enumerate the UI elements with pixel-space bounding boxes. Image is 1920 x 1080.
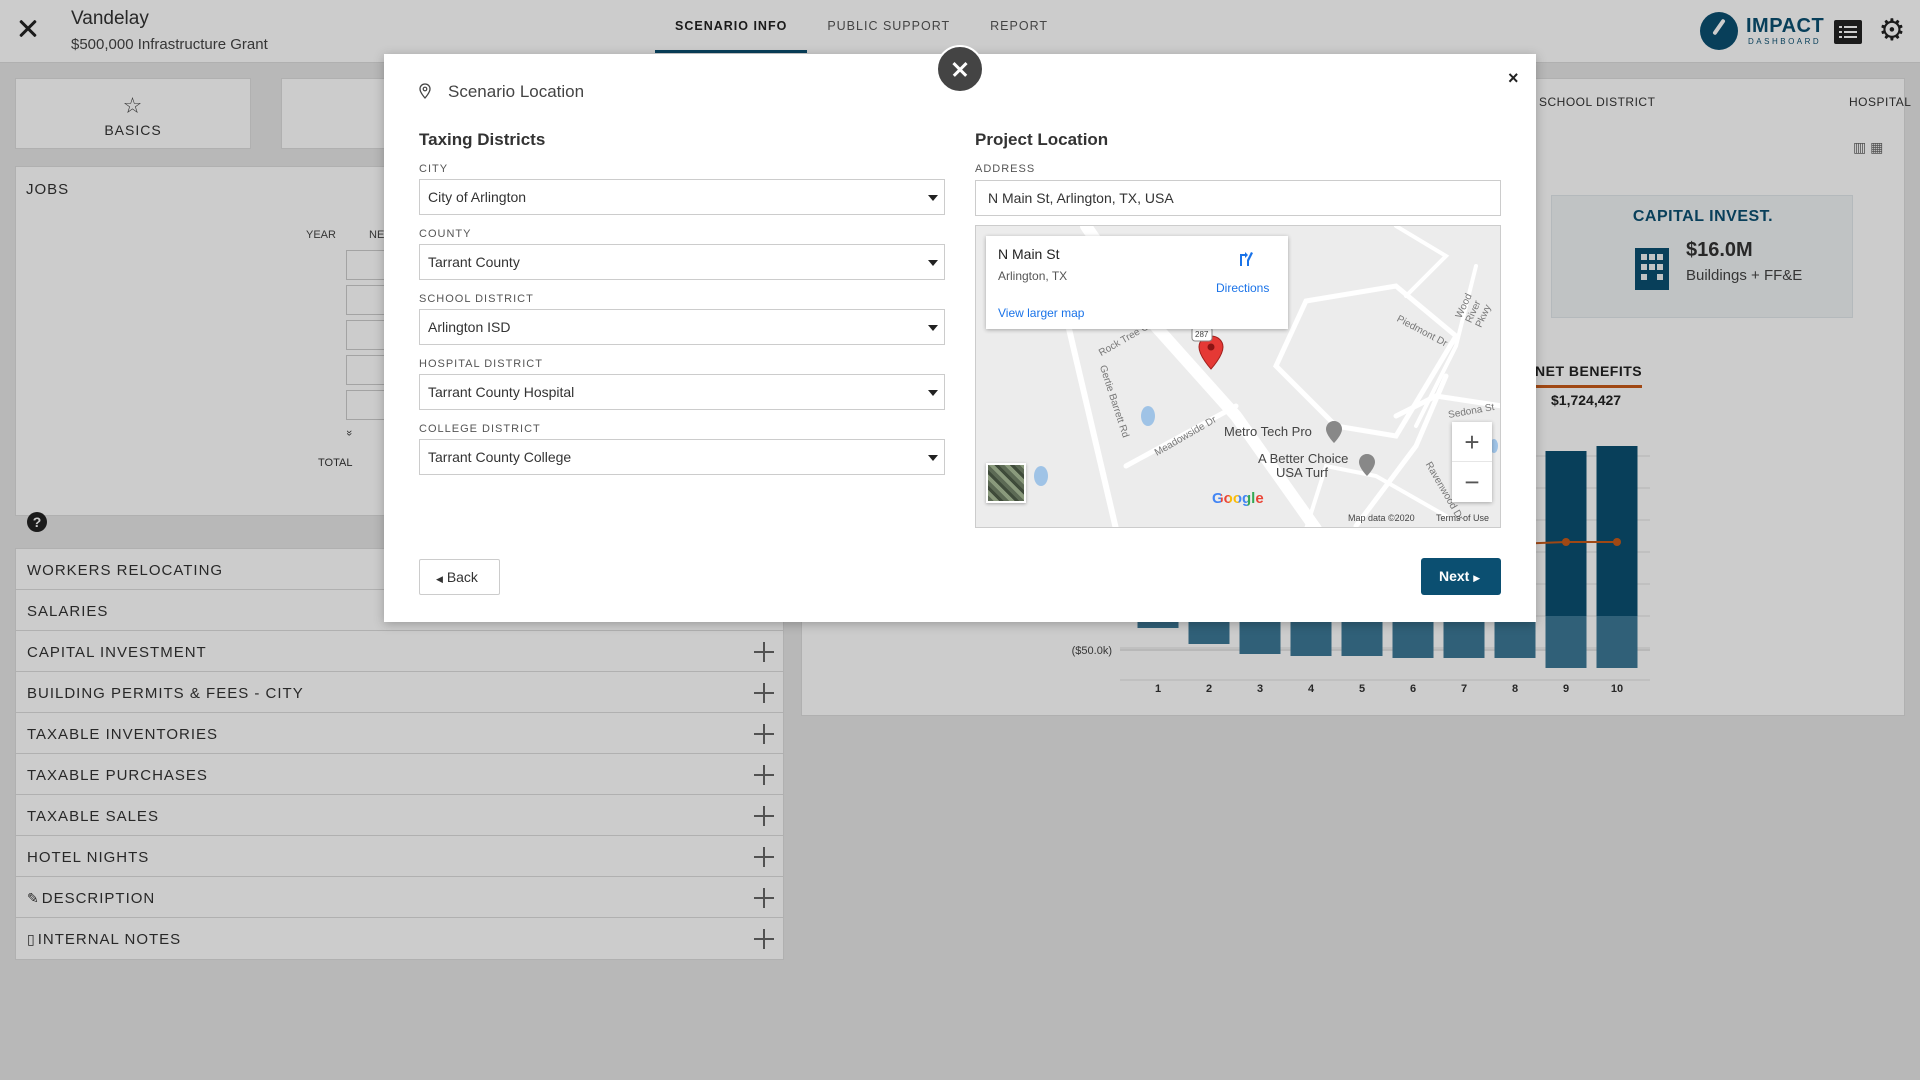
google-logo: Google [1212,490,1264,507]
caret-down-icon [928,455,938,461]
modal-title: Scenario Location [448,82,585,101]
hospital-district-select[interactable]: Tarrant County Hospital [419,374,945,410]
city-select[interactable]: City of Arlington [419,179,945,215]
caret-left-icon: ◀ [436,574,443,584]
poi-label[interactable]: Metro Tech Pro [1224,424,1312,439]
caret-down-icon [928,390,938,396]
zoom-out-button[interactable]: − [1452,462,1492,502]
directions-link[interactable]: Directions [1216,281,1269,295]
location-map[interactable]: Rock Tree Ct Gertie Barrett Rd Meadowsid… [975,225,1501,528]
caret-down-icon [928,195,938,201]
modal-close-x-icon[interactable]: × [1508,68,1519,89]
project-location-title: Project Location [975,130,1109,149]
terms-link[interactable]: Terms of Use [1436,513,1489,523]
hospital-district-value: Tarrant County Hospital [428,384,575,400]
school-district-select[interactable]: Arlington ISD [419,309,945,345]
map-data-credit: Map data ©2020 [1348,513,1415,523]
county-select[interactable]: Tarrant County [419,244,945,280]
school-district-value: Arlington ISD [428,319,511,335]
address-input[interactable]: N Main St, Arlington, TX, USA [975,180,1501,216]
location-pin-icon [419,83,431,99]
caret-down-icon [928,325,938,331]
poi-label[interactable]: A Better Choice [1258,451,1348,466]
map-card-title: N Main St [998,246,1060,262]
next-button[interactable]: Next ▶ [1421,558,1501,595]
highway-shield-label: 287 [1195,330,1209,339]
map-card-subtitle: Arlington, TX [998,269,1068,283]
zoom-controls: + − [1452,422,1492,502]
map-info-card: N Main St Arlington, TX View larger map … [986,236,1288,329]
county-label: COUNTY [419,228,472,240]
view-larger-map-link[interactable]: View larger map [998,306,1084,320]
directions-icon[interactable] [1237,250,1255,268]
city-label: CITY [419,163,449,175]
county-value: Tarrant County [428,254,520,270]
satellite-toggle[interactable] [986,463,1026,503]
zoom-in-button[interactable]: + [1452,422,1492,462]
city-value: City of Arlington [428,189,527,205]
caret-down-icon [928,260,938,266]
school-district-label: SCHOOL DISTRICT [419,293,534,305]
college-district-value: Tarrant County College [428,449,572,465]
college-district-label: COLLEGE DISTRICT [419,423,541,435]
hospital-district-label: HOSPITAL DISTRICT [419,358,543,370]
college-district-select[interactable]: Tarrant County College [419,439,945,475]
poi-label[interactable]: USA Turf [1276,465,1328,480]
address-label: ADDRESS [975,163,1036,175]
caret-right-icon: ▶ [1473,573,1481,583]
back-button[interactable]: ◀ Back [419,559,500,595]
taxing-districts-title: Taxing Districts [419,130,546,149]
scenario-location-modal: × Scenario Location Taxing Districts CIT… [384,54,1536,622]
modal-close-circle-button[interactable] [936,45,984,93]
